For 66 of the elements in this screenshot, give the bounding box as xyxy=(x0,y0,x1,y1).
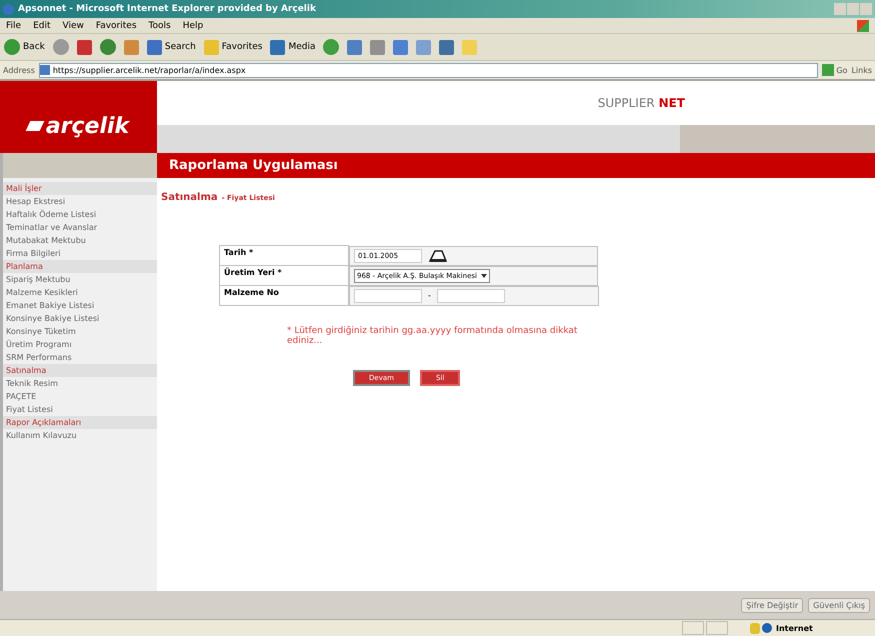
sidebar-link[interactable]: Mutabakat Mektubu xyxy=(3,234,157,247)
sidebar-link[interactable]: Emanet Bakiye Listesi xyxy=(3,299,157,312)
breadcrumb-section: Satınalma xyxy=(161,192,218,203)
sidebar-link[interactable]: SRM Performans xyxy=(3,351,157,364)
form-label: Tarih * xyxy=(220,246,348,266)
toolbar-button[interactable] xyxy=(323,39,340,55)
menu-item[interactable]: Favorites xyxy=(96,20,137,30)
address-field[interactable]: https://supplier.arcelik.net/raporlar/a/index.aspx xyxy=(38,62,818,78)
toolbar-button[interactable] xyxy=(76,40,92,54)
dropdown-arrow-icon[interactable] xyxy=(480,274,487,278)
sidebar-link[interactable]: Malzeme Kesikleri xyxy=(3,286,157,299)
sidebar-link[interactable]: PAÇETE xyxy=(3,390,157,403)
sidebar-section-header: Satınalma xyxy=(3,364,157,377)
toolbar-button[interactable] xyxy=(100,39,116,55)
menu-item[interactable]: File xyxy=(6,20,22,30)
go-button[interactable]: Go xyxy=(822,64,848,76)
sidebar-section-header: Planlama xyxy=(3,260,157,273)
app-title-bar: Raporlama Uygulaması xyxy=(157,153,875,178)
address-label: Address xyxy=(3,66,35,74)
footer-button[interactable]: Şifre Değiştir xyxy=(741,598,804,612)
menu-item[interactable]: Edit xyxy=(33,20,50,30)
date-format-note: * Lütfen girdiğiniz tarihin gg.aa.yyyy formatında olmasına dikkat ediniz... xyxy=(287,326,578,346)
toolbar-button[interactable]: Favorites xyxy=(204,40,262,54)
sidebar-link[interactable]: Teknik Resim xyxy=(3,377,157,390)
lock-icon xyxy=(750,622,760,634)
input-field[interactable] xyxy=(354,288,422,302)
sidebar-section-header: Rapor Açıklamaları xyxy=(3,416,157,429)
toolbar-button[interactable] xyxy=(370,40,386,54)
toolbar-button[interactable]: Back xyxy=(4,39,45,55)
menu-item[interactable]: Tools xyxy=(148,20,171,30)
footer-button[interactable]: Güvenli Çıkış xyxy=(808,598,870,612)
sidebar-link[interactable]: Haftalık Ödeme Listesi xyxy=(3,208,157,221)
toolbar-button[interactable] xyxy=(347,40,362,54)
form-label: Üretim Yeri * xyxy=(220,266,348,286)
sidebar-section-header: Mali İşler xyxy=(3,182,157,195)
browser-icon xyxy=(3,4,14,14)
toolbar-button[interactable]: Search xyxy=(146,40,196,54)
sidebar-link[interactable]: Konsinye Bakiye Listesi xyxy=(3,312,157,325)
menu-item[interactable]: Help xyxy=(182,20,204,30)
toolbar-button[interactable] xyxy=(439,40,454,54)
sidebar-link[interactable]: Firma Bilgileri xyxy=(3,247,157,260)
input-field[interactable] xyxy=(436,288,505,302)
window-title: Apsonnet - Microsoft Internet Explorer provided by Arçelik xyxy=(18,4,317,14)
toolbar-button[interactable] xyxy=(124,40,139,54)
form-label: Malzeme No xyxy=(220,286,348,306)
sidebar-link[interactable]: Teminatlar ve Avanslar xyxy=(3,221,157,234)
sidebar-link[interactable]: Hesap Ekstresi xyxy=(3,195,157,208)
sidebar-link[interactable]: Konsinye Tüketim xyxy=(3,325,157,338)
sidebar-link[interactable]: Sipariş Mektubu xyxy=(3,273,157,286)
brand-title: SUPPLIER NET xyxy=(596,95,686,112)
sidebar-link[interactable]: Üretim Programı xyxy=(3,338,157,351)
windows-logo-icon xyxy=(857,20,869,32)
toolbar-button[interactable]: Media xyxy=(270,40,316,54)
range-separator: - xyxy=(428,291,431,300)
calendar-icon[interactable] xyxy=(428,248,448,262)
security-zone: Internet xyxy=(762,623,872,633)
sidebar-link[interactable]: Fiyat Listesi xyxy=(3,403,157,416)
status-panel xyxy=(682,621,704,635)
status-panel xyxy=(706,621,728,635)
sidebar-link[interactable]: Kullanım Kılavuzu xyxy=(3,429,157,442)
toolbar-button[interactable] xyxy=(416,40,432,54)
links-label[interactable]: Links xyxy=(851,66,872,74)
toolbar-button[interactable] xyxy=(52,39,69,55)
toolbar-button[interactable] xyxy=(393,40,408,54)
logo: arçelik xyxy=(0,81,157,153)
menu-item[interactable]: View xyxy=(62,20,84,30)
